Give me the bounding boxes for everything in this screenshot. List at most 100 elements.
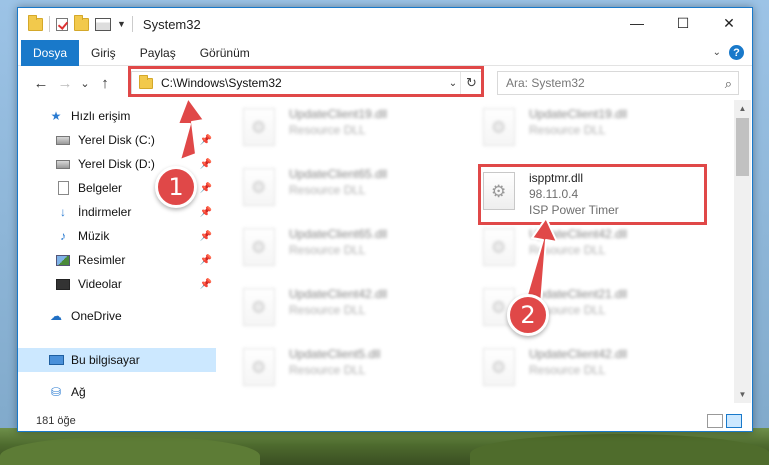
vertical-scrollbar[interactable]: ▲ ▼ [734,100,751,403]
file-list: UpdateClient19.dll Resource DLL UpdateCli… [223,100,733,403]
close-button[interactable]: ✕ [706,8,752,38]
navigation-pane: ★ Hızlı erişim Yerel Disk (C:) 📌 Yerel D… [18,104,216,404]
sidebar-item-network[interactable]: ⛁ Ağ [18,380,216,404]
folder-icon [28,14,43,31]
sidebar-item-videos[interactable]: Videolar 📌 [18,272,216,296]
search-placeholder: Ara: System32 [506,76,585,90]
scroll-up-icon[interactable]: ▲ [734,100,751,117]
pin-icon[interactable]: 📌 [200,183,212,194]
this-pc-icon [48,353,64,367]
pin-icon[interactable]: 📌 [200,207,212,218]
sidebar-item-this-pc[interactable]: Bu bilgisayar [18,348,216,372]
file-item[interactable]: UpdateClient42.dll Resource DLL [243,286,479,338]
new-folder-icon[interactable] [74,14,89,31]
file-highlight-box [478,164,707,225]
address-highlight-box [128,66,484,97]
search-icon[interactable]: ⌕ [725,76,732,92]
sidebar-item-label: Müzik [78,229,110,243]
documents-icon [55,181,71,195]
window-title: System32 [142,16,201,32]
tab-view[interactable]: Görünüm [188,40,262,66]
sidebar-item-label: İndirmeler [78,205,132,219]
item-count: 181 öğe [36,415,76,427]
pin-icon[interactable]: 📌 [200,159,212,170]
step-badge-2: 2 [507,294,549,336]
maximize-button[interactable]: ☐ [660,8,706,38]
help-icon[interactable]: ? [729,45,744,60]
sidebar-item-pictures[interactable]: Resimler 📌 [18,248,216,272]
pictures-icon [55,253,71,267]
file-item[interactable]: UpdateClient65.dll Resource DLL [243,226,479,278]
disk-icon [55,157,71,171]
dll-file-icon [483,228,515,266]
tab-share[interactable]: Paylaş [128,40,188,66]
scrollbar-thumb[interactable] [736,118,749,176]
customize-toolbar-icon[interactable] [95,17,111,31]
step-badge-1: 1 [155,166,197,208]
file-description: Resource DLL [529,123,606,137]
properties-check-icon[interactable] [56,17,68,31]
file-name: UpdateClient5.dll [289,347,381,361]
sidebar-item-label: Yerel Disk (C:) [78,133,155,147]
music-icon: ♪ [60,229,66,243]
tab-home[interactable]: Giriş [79,40,128,66]
file-name: UpdateClient65.dll [289,227,388,241]
star-icon: ★ [50,109,62,123]
tiles-view-icon[interactable] [726,414,742,428]
sidebar-item-label: OneDrive [71,309,122,323]
forward-button[interactable]: → [53,71,77,95]
ribbon-tabs: Dosya Giriş Paylaş Görünüm ⌄ ? [18,39,752,66]
file-item[interactable]: UpdateClient42.dll Resource DLL [483,226,719,278]
sidebar-item-label: Bu bilgisayar [71,353,140,367]
sidebar-item-label: Videolar [78,277,122,291]
file-description: Resource DLL [289,183,366,197]
sidebar-item-quick-access[interactable]: ★ Hızlı erişim [18,104,216,128]
pin-icon[interactable]: 📌 [200,135,212,146]
sidebar-item-label: Belgeler [78,181,123,195]
separator [131,16,133,32]
file-name: UpdateClient42.dll [529,227,628,241]
quick-access-toolbar: ▼ [28,14,133,32]
tab-file[interactable]: Dosya [21,39,80,66]
title-bar: ▼ System32 — ☐ ✕ [18,8,752,40]
window-controls: — ☐ ✕ [614,8,752,38]
scroll-down-icon[interactable]: ▼ [734,386,751,403]
pin-icon[interactable]: 📌 [200,255,212,266]
file-description: Resource DLL [289,243,366,257]
pin-icon[interactable]: 📌 [200,231,212,242]
onedrive-icon: ☁ [50,309,62,323]
recent-locations-button[interactable]: ⌄ [77,71,93,95]
sidebar-item-label: Yerel Disk (D:) [78,157,155,171]
dll-file-icon [483,108,515,146]
dll-file-icon [243,288,275,326]
expand-ribbon-icon[interactable]: ⌄ [713,47,721,58]
sidebar-item-label: Hızlı erişim [71,109,131,123]
sidebar-item-onedrive[interactable]: ☁ OneDrive [18,304,216,328]
ribbon-right: ⌄ ? [713,45,744,60]
videos-icon [55,277,71,291]
search-input[interactable]: Ara: System32 ⌕ [497,71,739,95]
network-icon: ⛁ [50,385,62,399]
file-item[interactable]: UpdateClient65.dll Resource DLL [243,166,479,218]
file-name: UpdateClient42.dll [289,287,388,301]
minimize-button[interactable]: — [614,8,660,38]
sidebar-item-music[interactable]: ♪ Müzik 📌 [18,224,216,248]
dropdown-arrow-icon[interactable]: ▼ [117,19,126,29]
details-view-icon[interactable] [707,414,723,428]
file-item[interactable]: UpdateClient5.dll Resource DLL [243,346,479,398]
pin-icon[interactable]: 📌 [200,279,212,290]
file-item[interactable]: UpdateClient42.dll Resource DLL [483,346,719,398]
file-name: UpdateClient19.dll [529,107,628,121]
file-name: UpdateClient21.dll [529,287,628,301]
back-button[interactable]: ← [29,71,53,95]
dll-file-icon [243,168,275,206]
sidebar-item-label: Ağ [71,385,86,399]
sidebar-item-label: Resimler [78,253,126,267]
dll-file-icon [243,348,275,386]
sidebar-item-disk-c[interactable]: Yerel Disk (C:) 📌 [18,128,216,152]
file-description: Resource DLL [529,363,606,377]
file-item[interactable]: UpdateClient19.dll Resource DLL [243,106,479,158]
dll-file-icon [243,228,275,266]
file-item[interactable]: UpdateClient19.dll Resource DLL [483,106,719,158]
up-button[interactable]: ↑ [93,71,117,95]
